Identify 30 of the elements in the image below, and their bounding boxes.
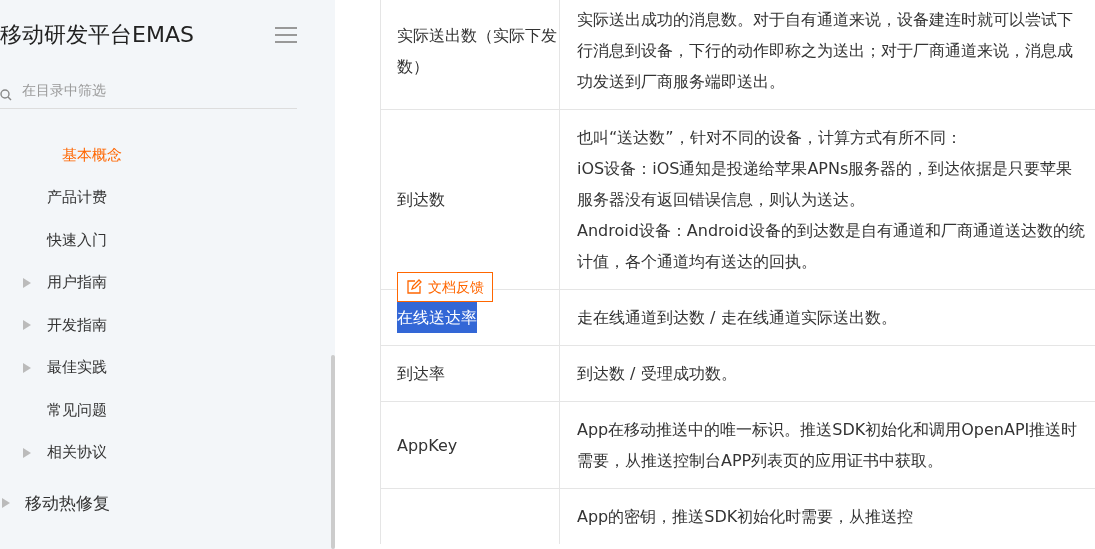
- nav-section[interactable]: 移动热修复: [25, 491, 110, 515]
- description-cell-text: App在移动推送中的唯一标识。推送SDK初始化和调用OpenAPI推送时需要，从推送控制台APP列表页的应用证书中获取。: [577, 419, 1079, 472]
- menu-icon[interactable]: [275, 26, 297, 44]
- term-cell-text: 实际送出数（实际下发数）: [397, 24, 558, 78]
- nav-item[interactable]: 快速入门: [47, 230, 107, 250]
- term-cell-text: 到达数: [397, 189, 445, 211]
- term-cell: 在线送达率: [397, 302, 477, 333]
- nav-item[interactable]: 相关协议: [47, 443, 107, 463]
- nav-item[interactable]: 产品计费: [47, 188, 107, 208]
- nav-item[interactable]: 开发指南: [47, 315, 107, 335]
- description-cell-text: App的密钥，推送SDK初始化时需要，从推送控: [577, 506, 915, 528]
- description-cell-text: 到达数 / 受理成功数。: [577, 363, 738, 385]
- nav-item[interactable]: 最佳实践: [47, 358, 107, 378]
- nav-item[interactable]: 常见问题: [47, 400, 107, 420]
- description-cell-text: 实际送出成功的消息数。对于自有通道来说，设备建连时就可以尝试下行消息到设备，下行的动作即称之为送出；对于厂商通道来说，消息成功发送到厂商服务端即送出。: [577, 9, 1074, 93]
- app-title: 移动研发平台EMAS: [0, 21, 194, 49]
- edit-icon: [406, 279, 422, 295]
- nav-item[interactable]: 用户指南: [47, 273, 107, 293]
- expand-arrow-icon[interactable]: [23, 320, 31, 331]
- expand-arrow-icon[interactable]: [23, 362, 31, 373]
- description-cell-text: 也叫“送达数”，针对不同的设备，计算方式有所不同： iOS设备：iOS通知是投递给苹果APNs服务器的，到达依据是只要苹果服务器没有返回错误信息，则认为送达。 Android设备：Android设备的到达数是自有通道和厂商通道送达数的统计值，各个通道均有送达的回执。: [577, 127, 1085, 273]
- expand-arrow-icon[interactable]: [23, 277, 31, 288]
- expand-arrow-icon[interactable]: [23, 447, 31, 458]
- term-cell-text: AppKey: [397, 434, 458, 457]
- description-cell-text: 走在线通道到达数 / 走在线通道实际送出数。: [577, 307, 898, 329]
- search-icon: [0, 89, 12, 101]
- term-cell-text: 到达率: [397, 363, 445, 385]
- expand-arrow-icon[interactable]: [2, 498, 10, 509]
- scrollbar[interactable]: [331, 355, 335, 549]
- search-field[interactable]: 在目录中筛选: [22, 82, 297, 108]
